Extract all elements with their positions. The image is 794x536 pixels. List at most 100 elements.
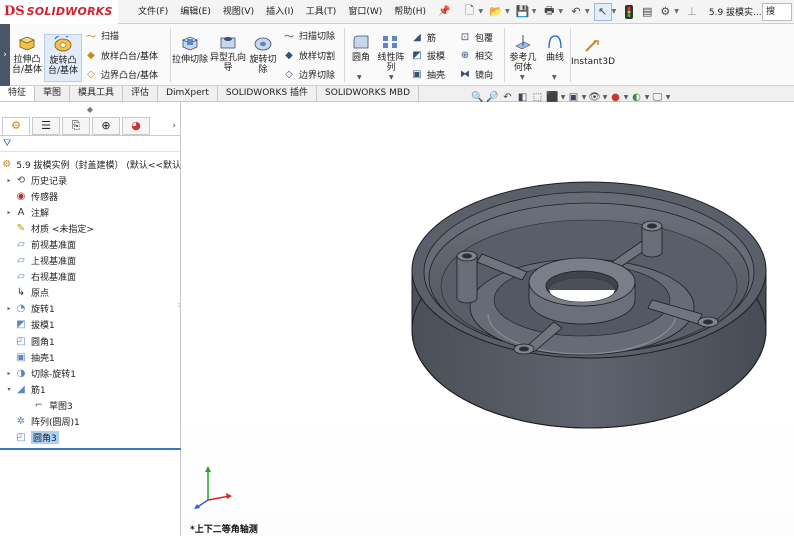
tab-mold-tools[interactable]: 模具工具 <box>70 86 124 101</box>
expand-toggle-icon[interactable]: ▸ <box>4 177 14 184</box>
extrude-cut-button[interactable]: 拉伸切除 <box>172 34 208 65</box>
mirror-button[interactable]: ⧓ 镜向 <box>458 67 493 81</box>
chevron-down-icon[interactable]: ▼ <box>674 8 679 15</box>
chevron-down-icon[interactable]: ▼ <box>585 8 590 15</box>
tab-solidworks-mbd[interactable]: SOLIDWORKS MBD <box>317 86 419 101</box>
tree-item[interactable]: ▸ A 注解 <box>0 204 181 220</box>
loft-button[interactable]: ◆ 放样凸台/基体 <box>84 48 158 62</box>
shell-button[interactable]: ▣ 抽壳 <box>410 67 445 81</box>
tree-item[interactable]: ◰ 圆角3 <box>0 430 181 446</box>
tree-item[interactable]: ▱ 右视基准面 <box>0 269 181 285</box>
revolve-icon: ◔ <box>16 303 26 315</box>
panel-grip-handle[interactable]: ◆ <box>0 102 180 116</box>
property-manager-tab-icon[interactable]: ☰ <box>32 116 60 135</box>
chevron-down-icon[interactable]: ▼ <box>612 8 617 15</box>
curves-button[interactable]: 曲线 <box>542 32 568 63</box>
tree-root-part[interactable]: ⚙ 5.9 拔模实例（封盖建模） (默认<<默认 <box>0 156 181 172</box>
tree-item[interactable]: ⌐ 草图3 <box>0 397 181 413</box>
graphics-viewport[interactable] <box>182 102 794 536</box>
tree-item[interactable]: ◉ 传感器 <box>0 188 181 204</box>
chevron-down-icon[interactable]: ▼ <box>558 8 563 15</box>
tree-item[interactable]: ▣ 抽壳1 <box>0 349 181 365</box>
traffic-light-icon[interactable] <box>620 3 638 21</box>
tab-dimxpert[interactable]: DimXpert <box>158 86 218 101</box>
intersect-button[interactable]: ⊕ 相交 <box>458 48 493 62</box>
chevron-right-icon[interactable]: › <box>0 24 10 86</box>
expand-toggle-icon[interactable]: ▸ <box>4 209 14 216</box>
menu-file[interactable]: 文件(F) <box>132 0 174 24</box>
tree-item[interactable]: ◰ 圆角1 <box>0 333 181 349</box>
expand-toggle-icon[interactable]: ▾ <box>4 386 14 393</box>
reference-geometry-button[interactable]: 参考几何体 <box>506 32 540 73</box>
tack-icon[interactable]: ⊥ <box>683 3 701 21</box>
tree-item[interactable]: ▾ ◢ 筋1 <box>0 381 181 397</box>
filter-icon[interactable]: ⛛ <box>0 136 180 152</box>
configuration-manager-tab-icon[interactable]: ⎘ <box>62 116 90 135</box>
tree-item-label: 圆角3 <box>31 431 59 445</box>
rollback-bar[interactable] <box>0 448 181 450</box>
sweep-button[interactable]: 〜扫描 <box>84 28 119 43</box>
model-3d-lid[interactable] <box>182 102 794 536</box>
solidworks-logo[interactable]: DS SOLIDWORKS <box>0 0 118 24</box>
instant3d-button[interactable]: Instant3D <box>571 36 615 67</box>
swept-cut-button[interactable]: 〜扫描切除 <box>282 28 335 43</box>
menu-edit[interactable]: 编辑(E) <box>174 0 217 24</box>
menu-tools[interactable]: 工具(T) <box>300 0 343 24</box>
boundary-cut-button[interactable]: ◇ 边界切除 <box>282 67 335 81</box>
tab-solidworks-addins[interactable]: SOLIDWORKS 插件 <box>218 86 318 101</box>
menu-view[interactable]: 视图(V) <box>217 0 260 24</box>
tree-item[interactable]: ◩ 拔模1 <box>0 317 181 333</box>
tree-item[interactable]: ↳ 原点 <box>0 285 181 301</box>
select-cursor-icon[interactable]: ↖ <box>593 2 612 21</box>
draft-button[interactable]: ◩ 拔模 <box>410 48 445 62</box>
tree-item[interactable]: ▱ 上视基准面 <box>0 253 181 269</box>
menu-window[interactable]: 窗口(W) <box>342 0 388 24</box>
print-icon[interactable]: 🖶 <box>540 3 558 21</box>
revolve-cut-button[interactable]: 旋转切除 <box>246 34 280 75</box>
chevron-down-icon[interactable]: ▼ <box>479 8 484 15</box>
rib-button[interactable]: ◢ 筋 <box>410 30 436 44</box>
tab-evaluate[interactable]: 评估 <box>123 86 159 101</box>
save-icon[interactable]: 💾 <box>514 3 532 21</box>
chevron-right-icon[interactable]: › <box>172 121 176 131</box>
chevron-down-icon[interactable]: ▼ <box>520 74 525 81</box>
extrude-cut-icon <box>179 34 201 54</box>
file-properties-icon[interactable]: ▤ <box>638 3 656 21</box>
chevron-down-icon[interactable]: ▼ <box>532 8 537 15</box>
options-gear-icon[interactable]: ⚙ <box>656 3 674 21</box>
wrap-button[interactable]: ⊡ 包覆 <box>458 30 493 44</box>
chevron-down-icon[interactable]: ▼ <box>357 74 362 81</box>
menu-insert[interactable]: 插入(I) <box>260 0 300 24</box>
tab-features[interactable]: 特征 <box>0 86 36 101</box>
pin-icon[interactable]: 📌 <box>438 6 450 17</box>
search-input[interactable]: 搜 <box>762 3 792 21</box>
fillet-button[interactable]: 圆角 <box>348 32 374 63</box>
tree-item[interactable]: ▱ 前视基准面 <box>0 236 181 252</box>
menu-help[interactable]: 帮助(H) <box>388 0 432 24</box>
tree-item[interactable]: ✲ 阵列(圆周)1 <box>0 414 181 430</box>
tab-sketch[interactable]: 草图 <box>35 86 71 101</box>
chevron-down-icon[interactable]: ▼ <box>505 8 510 15</box>
tree-item[interactable]: ▸ ⟲ 历史记录 <box>0 172 181 188</box>
chevron-down-icon[interactable]: ▼ <box>552 74 557 81</box>
chevron-down-icon[interactable]: ▼ <box>389 74 394 81</box>
boundary-boss-button[interactable]: ◇ 边界凸台/基体 <box>84 67 158 81</box>
feature-manager-tab-icon[interactable]: ⚙ <box>2 116 30 135</box>
revolve-boss-button[interactable]: 旋转凸台/基体 <box>44 34 82 82</box>
new-document-icon[interactable]: 🗋 <box>461 3 479 21</box>
expand-toggle-icon[interactable]: ▸ <box>4 305 14 312</box>
display-manager-tab-icon[interactable]: ◕ <box>122 116 150 135</box>
linear-pattern-button[interactable]: 线性阵列 <box>376 32 406 73</box>
tree-item[interactable]: ▸ ◑ 切除-旋转1 <box>0 365 181 381</box>
hole-wizard-button[interactable]: 异型孔向导 <box>208 32 248 73</box>
tree-item-label: 切除-旋转1 <box>31 369 76 380</box>
tree-item[interactable]: ✎ 材质 <未指定> <box>0 220 181 236</box>
dimxpert-manager-tab-icon[interactable]: ⊕ <box>92 116 120 135</box>
open-folder-icon[interactable]: 📂 <box>487 3 505 21</box>
tree-item[interactable]: ▸ ◔ 旋转1 <box>0 301 181 317</box>
expand-toggle-icon[interactable]: ▸ <box>4 370 14 377</box>
extrude-boss-button[interactable]: 拉伸凸台/基体 <box>10 34 44 75</box>
undo-icon[interactable]: ↶ <box>567 3 585 21</box>
lofted-cut-button[interactable]: ◆ 放样切割 <box>282 48 335 62</box>
panel-splitter-handle[interactable]: ⁝ <box>178 302 180 310</box>
